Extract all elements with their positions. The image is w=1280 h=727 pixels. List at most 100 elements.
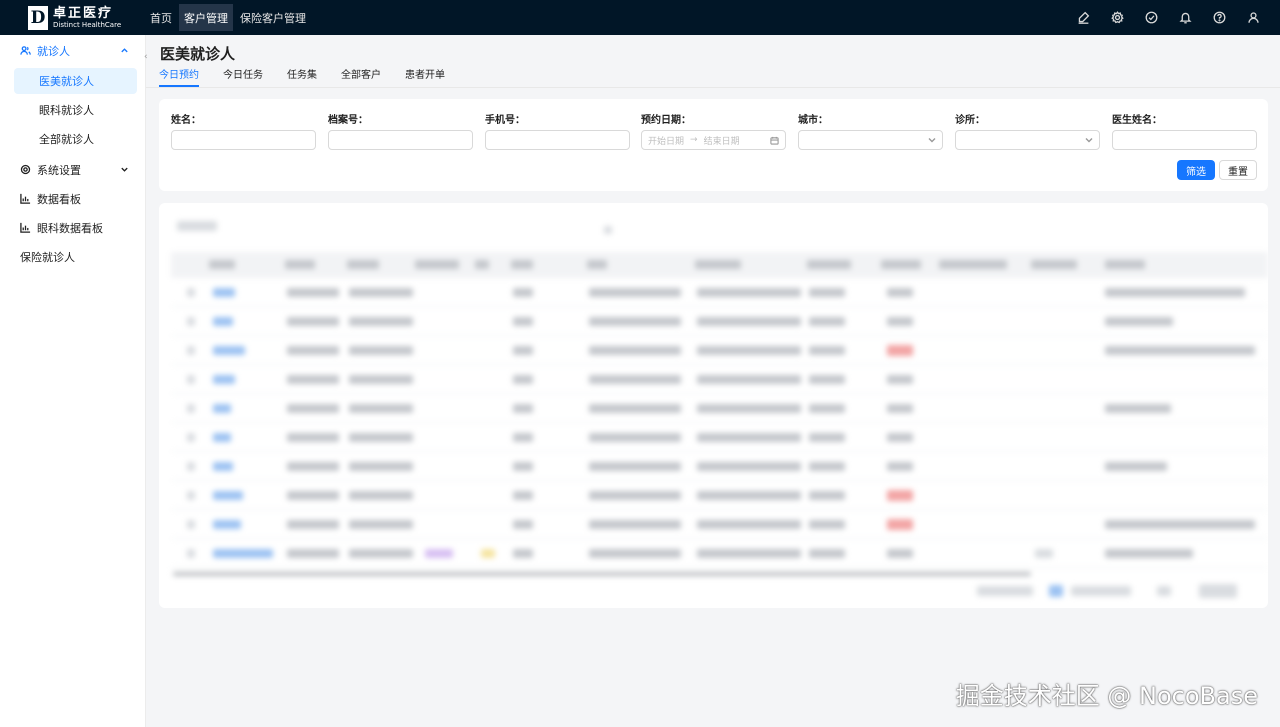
blurred-table-cell: [349, 491, 413, 500]
blurred-table-cell: [349, 317, 413, 326]
doctor-name-input[interactable]: [1112, 130, 1257, 150]
blurred-table-cell: [697, 317, 801, 326]
blurred-pagination-next[interactable]: [1157, 586, 1171, 596]
top-toolbar-icons: [1066, 0, 1270, 35]
blurred-table-cell[interactable]: [213, 549, 273, 558]
nav-item-insurance-customer-management[interactable]: 保险客户管理: [235, 4, 311, 31]
sidebar-collapse-icon[interactable]: ‹: [144, 52, 148, 62]
clinic-select[interactable]: [955, 130, 1100, 150]
blurred-table-cell: [809, 346, 845, 355]
blurred-table-cell: [187, 317, 195, 326]
blurred-table-cell: [589, 375, 681, 384]
blurred-table-cell: [349, 549, 413, 558]
blurred-table-cell[interactable]: [213, 462, 233, 471]
nav-item-customer-management[interactable]: 客户管理: [179, 4, 233, 31]
sidebar-item-insurance-patients-label: 保险就诊人: [20, 250, 75, 264]
sidebar-item-eye-data-board[interactable]: 眼科数据看板: [0, 213, 145, 242]
file-no-input[interactable]: [328, 130, 473, 150]
table-row-divider: [171, 364, 1268, 365]
blurred-pagination-page[interactable]: [1049, 585, 1063, 597]
blurred-pagination-pages[interactable]: [1071, 586, 1131, 596]
name-input[interactable]: [171, 130, 316, 150]
blurred-table-cell: [1105, 317, 1173, 326]
blurred-table-cell: [287, 346, 339, 355]
check-circle-icon[interactable]: [1134, 0, 1168, 35]
blurred-header-cell: [347, 260, 379, 269]
logo-mark-icon: D: [28, 5, 48, 30]
sidebar-item-data-board[interactable]: 数据看板: [0, 184, 145, 213]
city-select[interactable]: [798, 130, 943, 150]
tab-patient-orders[interactable]: 患者开单: [405, 66, 445, 87]
blurred-table-cell: [809, 433, 845, 442]
blurred-table-cell[interactable]: [213, 317, 233, 326]
sidebar-item-insurance-patients[interactable]: 保险就诊人: [0, 242, 145, 271]
page-title: 医美就诊人: [160, 45, 236, 63]
blurred-table-cell: [1105, 404, 1171, 413]
page-tabs: 今日预约 今日任务 任务集 全部客户 患者开单: [159, 66, 469, 87]
blurred-table-cell: [287, 491, 339, 500]
blurred-table-cell: [513, 346, 533, 355]
appointment-date-range-picker[interactable]: 开始日期 → 结束日期: [641, 130, 786, 150]
tab-today-appointments[interactable]: 今日预约: [159, 66, 199, 87]
bell-icon[interactable]: [1168, 0, 1202, 35]
blurred-table-cell[interactable]: [213, 288, 235, 297]
table-horizontal-scrollbar[interactable]: [173, 572, 1031, 576]
user-icon[interactable]: [1236, 0, 1270, 35]
tab-task-sets[interactable]: 任务集: [287, 66, 317, 87]
patients-table-card: [159, 203, 1268, 608]
city-label: 城市：: [798, 115, 828, 126]
sidebar-group-system-settings[interactable]: 系统设置: [0, 155, 145, 184]
blurred-table-cell: [287, 288, 339, 297]
blurred-table-cell: [697, 433, 801, 442]
chevron-down-icon: [928, 136, 936, 144]
blurred-table-cell: [697, 549, 801, 558]
sidebar-item-all-patients[interactable]: 全部就诊人: [14, 126, 137, 152]
phone-input[interactable]: [485, 130, 630, 150]
blurred-table-cell[interactable]: [213, 404, 231, 413]
blurred-table-cell: [589, 549, 681, 558]
watermark-text: 掘金技术社区 @ NocoBase: [955, 682, 1258, 710]
blurred-table-cell: [287, 433, 339, 442]
table-row-divider: [171, 306, 1268, 307]
blurred-table-cell: [887, 549, 913, 558]
blurred-table-cell: [809, 288, 845, 297]
blurred-page-size-select[interactable]: [1199, 584, 1237, 598]
blurred-table-cell: [809, 404, 845, 413]
blurred-table-cell[interactable]: [213, 520, 241, 529]
reset-button[interactable]: 重置: [1219, 160, 1257, 180]
tab-all-customers[interactable]: 全部客户: [341, 66, 381, 87]
top-nav-menu: 首页 客户管理 保险客户管理: [145, 0, 313, 35]
chevron-up-icon: [120, 45, 129, 54]
blurred-table-cell: [697, 462, 801, 471]
help-icon[interactable]: [1202, 0, 1236, 35]
tab-today-tasks[interactable]: 今日任务: [223, 66, 263, 87]
brush-icon[interactable]: [1066, 0, 1100, 35]
date-end-placeholder: 结束日期: [703, 136, 740, 147]
sidebar-item-eye-patients[interactable]: 眼科就诊人: [14, 97, 137, 123]
blurred-header-cell: [415, 260, 459, 269]
blurred-table-cell: [287, 549, 339, 558]
blurred-table-cell[interactable]: [213, 491, 243, 500]
blurred-table-cell: [697, 346, 801, 355]
blurred-header-cell: [511, 260, 533, 269]
sidebar-group-patients[interactable]: 就诊人: [0, 36, 145, 65]
bar-chart-icon: [20, 193, 31, 204]
filter-button[interactable]: 筛选: [1177, 160, 1215, 180]
blurred-table-cell: [287, 462, 339, 471]
gear-icon[interactable]: [1100, 0, 1134, 35]
table-row-divider: [171, 480, 1268, 481]
blurred-table-cell: [481, 549, 495, 558]
app-logo[interactable]: D 卓正医疗 Distinct HealthCare: [0, 0, 145, 35]
nav-item-home[interactable]: 首页: [145, 4, 177, 31]
blurred-table-cell: [513, 433, 533, 442]
blurred-table-cell: [809, 491, 845, 500]
sidebar-item-aesthetic-patients[interactable]: 医美就诊人: [14, 68, 137, 94]
blurred-table-cell: [349, 520, 413, 529]
blurred-table-cell[interactable]: [213, 433, 231, 442]
clinic-field: 诊所：: [955, 111, 1100, 150]
table-row-divider: [171, 422, 1268, 423]
blurred-table-cell[interactable]: [213, 375, 235, 384]
city-field: 城市：: [798, 111, 943, 150]
blurred-table-cell[interactable]: [213, 346, 245, 355]
blurred-table-cell: [349, 346, 413, 355]
